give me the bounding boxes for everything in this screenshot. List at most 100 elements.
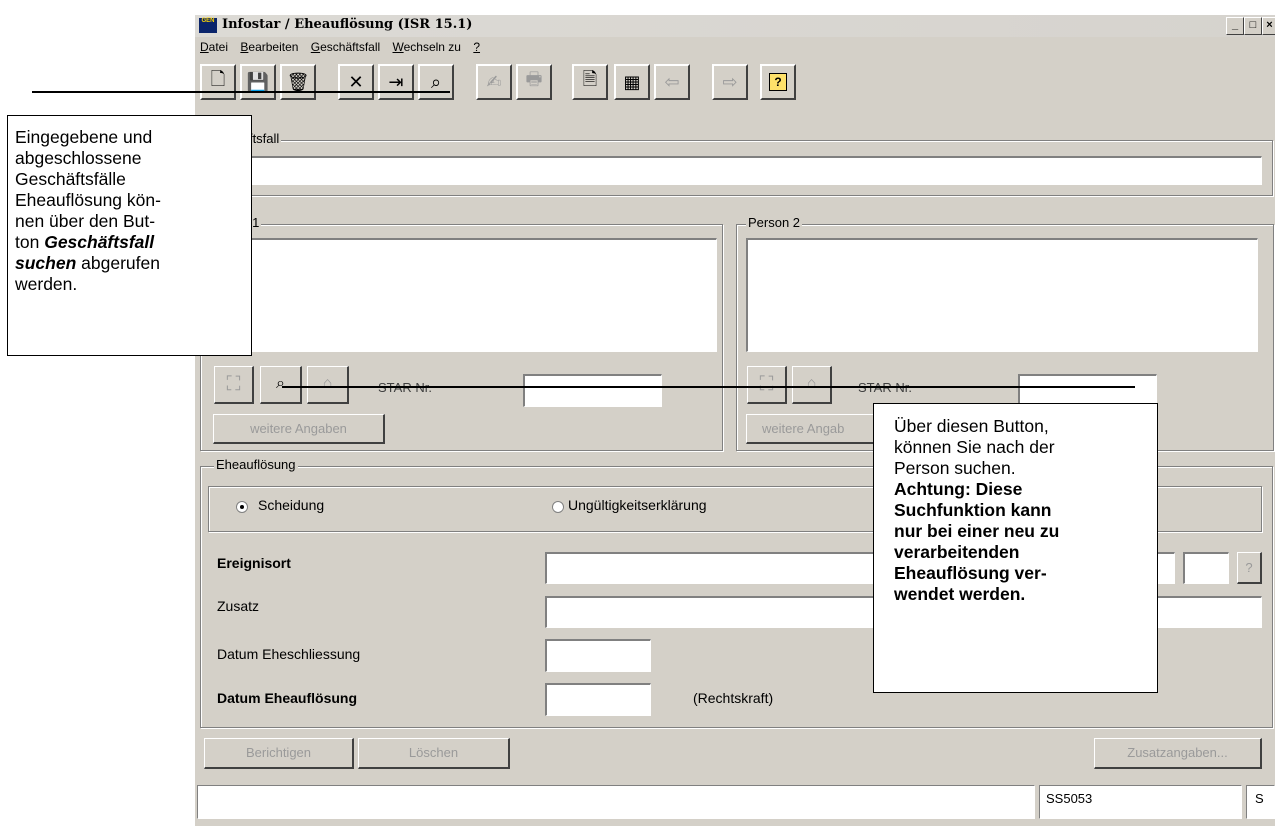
document-button[interactable]: 🗎 [572, 64, 608, 100]
report-icon: ▦ [623, 71, 641, 92]
print-preview-icon: 🖶 [525, 69, 543, 89]
callout-left-line: Eheauflösung kön- [15, 190, 161, 210]
person1-display[interactable] [210, 238, 717, 352]
ungueltigkeit-label[interactable]: Ungültigkeitserklärung [568, 497, 707, 513]
callout-right-line: nur bei einer neu zu [894, 521, 1060, 541]
datum-eheschliessung-field[interactable] [545, 639, 651, 672]
sign-button[interactable]: ✍ [476, 64, 512, 100]
app-icon: GEN [199, 18, 217, 33]
document-icon: 🗎 [582, 69, 598, 89]
callout-emphasis: Achtung [894, 479, 965, 499]
help-button[interactable]: ? [760, 64, 796, 100]
callout-right-line: können Sie nach der [894, 437, 1055, 457]
callout-right-line: Suchfunktion kann [894, 500, 1052, 520]
binoculars-icon: ⌕ [276, 375, 285, 392]
eheaufloesung-label: Eheauflösung [214, 457, 298, 472]
berichtigen-button[interactable]: Berichtigen [204, 738, 354, 769]
callout-right-line: Über diesen Button, [894, 416, 1049, 436]
house-icon: ⌂ [322, 375, 333, 392]
scheidung-radio[interactable] [236, 501, 248, 513]
help-icon: ? [769, 73, 787, 91]
datum-eheschliessung-label: Datum Eheschliessung [217, 646, 361, 662]
callout-right-line: Person suchen. [894, 458, 1016, 478]
save-button[interactable]: 💾 [240, 64, 276, 100]
callout-left-line: werden. [15, 274, 78, 294]
menu-wechseln-zu[interactable]: Wechseln zu [393, 40, 461, 54]
callout-left-line: Geschäftsfälle [15, 169, 126, 189]
search-case-button[interactable]: ⌕ [418, 64, 454, 100]
menu-bar: Datei Bearbeiten Geschäftsfall Wechseln … [200, 40, 489, 58]
minimize-button[interactable]: _ [1226, 17, 1244, 35]
datum-eheaufloesung-label: Datum Eheauflösung [217, 690, 358, 706]
ereignisort-code-field[interactable] [1183, 552, 1229, 584]
report-button[interactable]: ▦ [614, 64, 650, 100]
transfer-icon: ⇥ [388, 71, 404, 92]
callout-left-line: ton Geschäftsfall [15, 232, 251, 253]
callout-right-line: verarbeitenden [894, 542, 1020, 562]
status-message [197, 785, 1035, 819]
person1-star-field[interactable] [523, 374, 662, 407]
close-button[interactable]: × [1262, 17, 1275, 35]
callout-right-line: Eheauflösung ver- [894, 563, 1047, 583]
delete-x-icon: ✕ [348, 71, 364, 92]
maximize-button[interactable]: □ [1244, 17, 1262, 35]
callout-left-line: Eingegebene und [15, 127, 153, 147]
callout-right-line: wendet werden. [894, 584, 1026, 604]
callout-emphasis: Geschäftsfall [44, 232, 155, 252]
loeschen-button[interactable]: Löschen [358, 738, 510, 769]
callout-left-line: abgeschlossene [15, 148, 142, 168]
zusatz-label: Zusatz [217, 598, 260, 614]
scheidung-label[interactable]: Scheidung [258, 497, 324, 513]
cancel-button[interactable]: ✕ [338, 64, 374, 100]
ereignisort-label: Ereignisort [217, 555, 291, 571]
status-code: SS5053 [1039, 785, 1242, 819]
binoculars-icon: ⌕ [430, 71, 442, 92]
ereignisort-help-button[interactable]: ? [1237, 552, 1262, 584]
print-preview-button[interactable]: 🖶 [516, 64, 552, 100]
trash-icon: 🗑 [286, 71, 310, 92]
person1-profile-button[interactable]: ⛶ [214, 366, 254, 404]
callout-right-line: Achtung: Diese [894, 479, 1157, 500]
new-button[interactable]: 🗋 [200, 64, 236, 100]
window-title: Infostar / Eheauflösung (ISR 15.1) [222, 17, 473, 32]
person2-home-button[interactable]: ⌂ [792, 366, 832, 404]
callout-right-pointer-line [282, 386, 1135, 388]
person1-more-button[interactable]: weitere Angaben [213, 414, 385, 444]
geschaeftsfall-field[interactable] [210, 156, 1262, 185]
person2-display[interactable] [746, 238, 1258, 352]
callout-left-pointer-line [32, 91, 450, 93]
callout-left: Eingegebene und abgeschlossene Geschäfts… [7, 115, 252, 356]
person1-home-button[interactable]: ⌂ [307, 366, 349, 404]
arrow-left-icon: ⇦ [664, 71, 680, 92]
callout-text: : Diese [964, 479, 1023, 499]
callout-left-line: suchen abgerufen [15, 253, 251, 274]
callout-text: abgerufen [76, 253, 160, 273]
sign-icon: ✍ [486, 71, 502, 92]
save-icon: 💾 [246, 71, 270, 92]
callout-left-line: nen über den But- [15, 211, 156, 231]
zusatzangaben-button[interactable]: Zusatzangaben... [1094, 738, 1262, 769]
person-silhouette-icon: ⛶ [226, 373, 241, 395]
menu-geschaeftsfall[interactable]: Geschäftsfall [311, 40, 380, 54]
back-button[interactable]: ⇦ [654, 64, 690, 100]
callout-right: Über diesen Button, können Sie nach der … [873, 403, 1158, 693]
person2-label: Person 2 [746, 215, 803, 230]
arrow-right-icon: ⇨ [722, 71, 738, 92]
callout-emphasis: suchen [15, 253, 77, 273]
datum-eheaufloesung-field[interactable] [545, 683, 651, 716]
forward-button[interactable]: ⇨ [712, 64, 748, 100]
callout-text: ton [15, 232, 45, 252]
status-extra: S [1246, 785, 1275, 819]
trash-button[interactable]: 🗑 [280, 64, 316, 100]
person2-more-button[interactable]: weitere Angab [746, 414, 876, 444]
menu-datei[interactable]: Datei [200, 40, 228, 54]
menu-help[interactable]: ? [473, 40, 480, 54]
menu-bearbeiten[interactable]: Bearbeiten [240, 40, 298, 54]
person1-search-button[interactable]: ⌕ [260, 366, 302, 404]
person-silhouette-icon: ⛶ [759, 373, 774, 395]
rechtskraft-label: (Rechtskraft) [693, 690, 774, 706]
transfer-button[interactable]: ⇥ [378, 64, 414, 100]
ungueltigkeit-radio[interactable] [552, 501, 564, 513]
house-icon: ⌂ [806, 375, 817, 392]
person2-profile-button[interactable]: ⛶ [747, 366, 787, 404]
